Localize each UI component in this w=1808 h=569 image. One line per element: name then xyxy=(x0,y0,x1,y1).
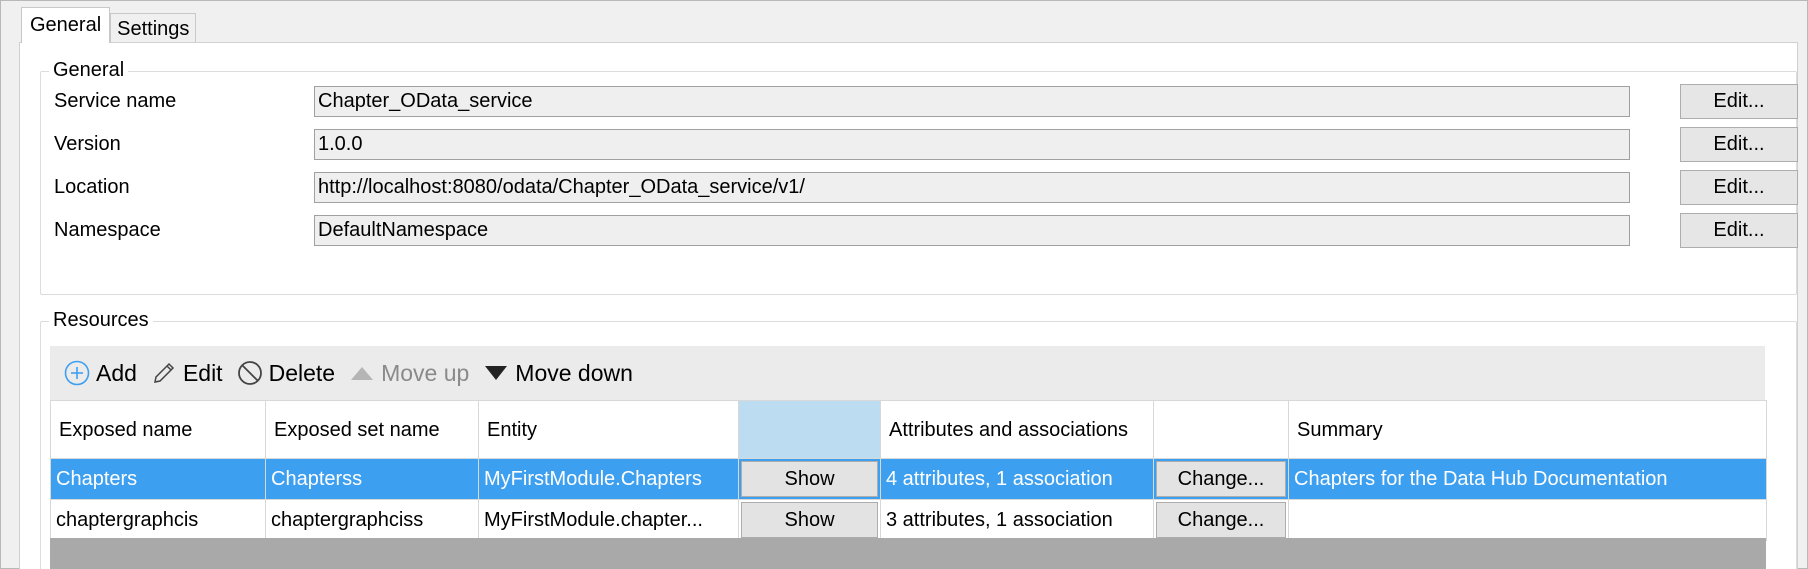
location-field[interactable]: http://localhost:8080/odata/Chapter_ODat… xyxy=(314,171,1630,203)
cell-exposed-name[interactable]: Chapters xyxy=(50,458,266,500)
change-button[interactable]: Change... xyxy=(1156,502,1286,538)
properties-window: General Settings General Service name Ch… xyxy=(0,0,1808,569)
move-up-label: Move up xyxy=(381,359,470,386)
move-up-button[interactable]: Move up xyxy=(349,360,469,387)
table-header-row: Exposed name Exposed set name Entity Att… xyxy=(50,400,1767,459)
move-down-button[interactable]: Move down xyxy=(483,360,633,387)
cell-exposed-set-name[interactable]: chaptergraphciss xyxy=(265,499,479,541)
cell-entity[interactable]: MyFirstModule.chapter... xyxy=(478,499,739,541)
location-row: Location http://localhost:8080/odata/Cha… xyxy=(54,170,1798,205)
column-header-exposed-name[interactable]: Exposed name xyxy=(50,400,266,459)
column-header-summary[interactable]: Summary xyxy=(1288,400,1767,459)
prohibit-icon xyxy=(237,361,262,385)
cell-summary[interactable] xyxy=(1288,499,1767,541)
cell-summary[interactable]: Chapters for the Data Hub Documentation xyxy=(1288,458,1767,500)
plus-circle-icon xyxy=(64,360,90,386)
show-button[interactable]: Show xyxy=(741,502,878,538)
tab-general[interactable]: General xyxy=(21,7,111,43)
cell-attributes[interactable]: 4 attributes, 1 association xyxy=(880,458,1154,500)
cell-change: Change... xyxy=(1153,458,1289,500)
version-edit-button[interactable]: Edit... xyxy=(1680,127,1798,162)
column-header-entity[interactable]: Entity xyxy=(478,400,739,459)
triangle-down-icon xyxy=(485,366,508,380)
service-name-edit-button[interactable]: Edit... xyxy=(1680,84,1798,119)
edit-button[interactable]: Edit xyxy=(151,360,223,387)
service-name-label: Service name xyxy=(54,89,177,112)
version-row: Version 1.0.0 Edit... xyxy=(54,127,1798,162)
cell-attributes[interactable]: 3 attributes, 1 association xyxy=(880,499,1154,541)
change-button[interactable]: Change... xyxy=(1156,461,1286,497)
resources-table: Exposed name Exposed set name Entity Att… xyxy=(50,400,1767,541)
triangle-up-icon xyxy=(351,367,374,380)
location-label: Location xyxy=(54,175,130,198)
tab-strip: General Settings xyxy=(21,7,197,43)
show-button[interactable]: Show xyxy=(741,461,878,497)
table-row[interactable]: Chapters Chapterss MyFirstModule.Chapter… xyxy=(50,458,1767,500)
move-down-label: Move down xyxy=(515,359,633,386)
tab-settings[interactable]: Settings xyxy=(110,13,197,43)
version-field[interactable]: 1.0.0 xyxy=(314,128,1630,160)
column-header-show[interactable] xyxy=(738,400,881,459)
version-label: Version xyxy=(54,132,121,155)
column-header-exposed-set-name[interactable]: Exposed set name xyxy=(265,400,479,459)
cell-show: Show xyxy=(738,458,881,500)
namespace-field[interactable]: DefaultNamespace xyxy=(314,214,1630,246)
column-header-change[interactable] xyxy=(1153,400,1289,459)
cell-change: Change... xyxy=(1153,499,1289,541)
edit-label: Edit xyxy=(182,359,223,386)
resources-toolbar: Add Edit Delete Move up Move down xyxy=(50,346,1765,400)
general-group-title: General xyxy=(49,59,129,82)
cell-exposed-set-name[interactable]: Chapterss xyxy=(265,458,479,500)
namespace-edit-button[interactable]: Edit... xyxy=(1680,213,1798,248)
service-name-row: Service name Chapter_OData_service Edit.… xyxy=(54,84,1798,119)
resources-group-title: Resources xyxy=(49,309,153,332)
table-row[interactable]: chaptergraphcis chaptergraphciss MyFirst… xyxy=(50,499,1767,541)
add-button[interactable]: Add xyxy=(64,360,137,387)
namespace-row: Namespace DefaultNamespace Edit... xyxy=(54,213,1798,248)
column-header-attributes[interactable]: Attributes and associations xyxy=(880,400,1154,459)
location-edit-button[interactable]: Edit... xyxy=(1680,170,1798,205)
delete-button[interactable]: Delete xyxy=(237,360,335,387)
cell-exposed-name[interactable]: chaptergraphcis xyxy=(50,499,266,541)
service-name-field[interactable]: Chapter_OData_service xyxy=(314,85,1630,117)
namespace-label: Namespace xyxy=(54,218,161,241)
cell-entity[interactable]: MyFirstModule.Chapters xyxy=(478,458,739,500)
delete-label: Delete xyxy=(268,359,336,386)
add-label: Add xyxy=(96,359,137,386)
pencil-icon xyxy=(153,362,174,383)
table-empty-area xyxy=(50,538,1766,569)
cell-show: Show xyxy=(738,499,881,541)
